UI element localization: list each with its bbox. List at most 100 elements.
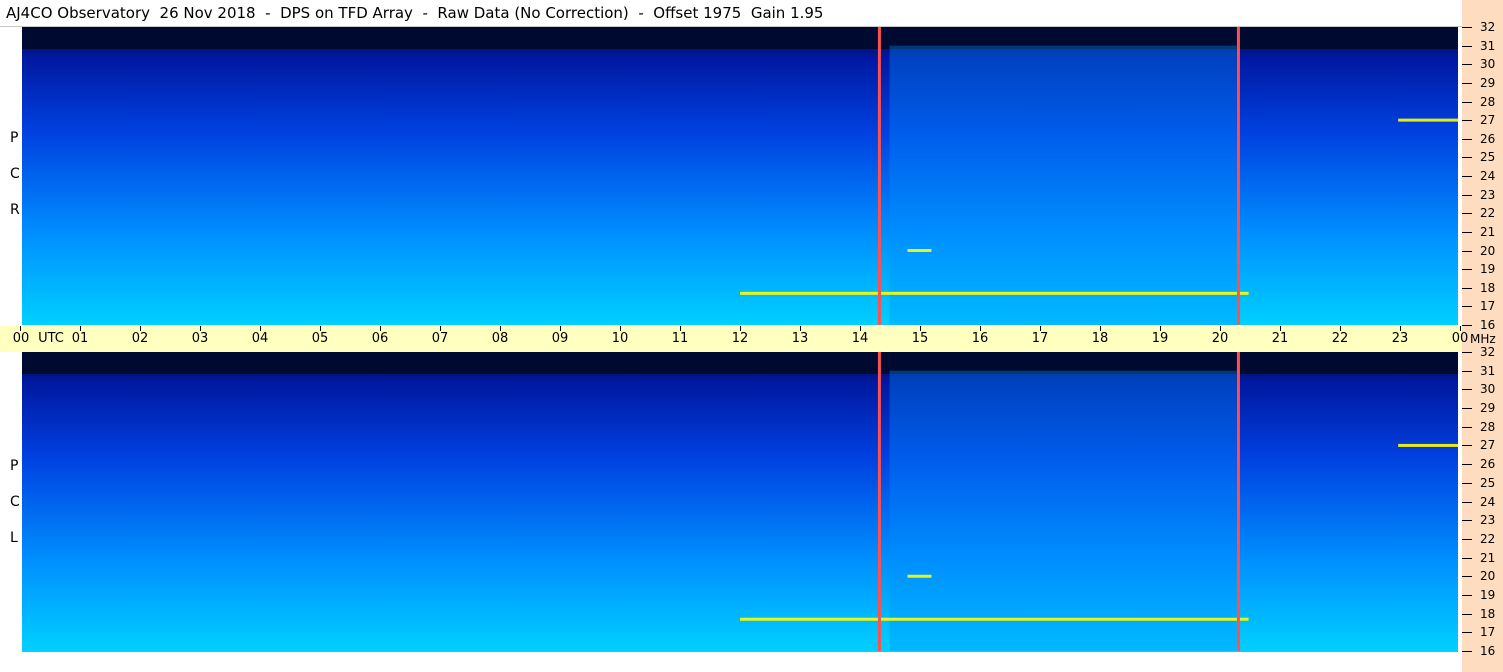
rcp-label-r: P bbox=[10, 130, 19, 146]
freq-tick bbox=[1462, 306, 1472, 307]
freq-tick-label: 31 bbox=[1480, 364, 1496, 378]
freq-tick-label: 20 bbox=[1480, 244, 1496, 258]
lcp-spectrogram bbox=[22, 352, 1458, 651]
time-tick-label: 17 bbox=[1031, 331, 1049, 346]
lcp-label-p: P bbox=[10, 458, 19, 474]
freq-tick bbox=[1462, 427, 1472, 428]
freq-tick bbox=[1462, 120, 1472, 121]
freq-tick bbox=[1462, 64, 1472, 65]
time-tick-label: 10 bbox=[611, 331, 629, 346]
intense-band bbox=[740, 291, 1249, 295]
freq-tick bbox=[1462, 576, 1472, 577]
freq-tick-label: 20 bbox=[1480, 569, 1496, 583]
freq-tick bbox=[1462, 558, 1472, 559]
time-marker-line bbox=[1236, 352, 1240, 651]
freq-tick bbox=[1462, 269, 1472, 270]
intense-band bbox=[1398, 118, 1458, 122]
rcp-label-c: C bbox=[10, 166, 20, 182]
freq-tick bbox=[1462, 595, 1472, 596]
freq-tick-label: 22 bbox=[1480, 532, 1496, 546]
freq-tick bbox=[1462, 232, 1472, 233]
freq-tick-label: 28 bbox=[1480, 95, 1496, 109]
time-tick-label: 04 bbox=[251, 331, 269, 346]
freq-tick-label: 27 bbox=[1480, 113, 1496, 127]
daytime-band bbox=[889, 45, 1237, 325]
freq-tick-label: 25 bbox=[1480, 150, 1496, 164]
freq-tick-label: 24 bbox=[1480, 169, 1496, 183]
freq-tick-label: 26 bbox=[1480, 132, 1496, 146]
lcp-label-l: L bbox=[10, 530, 18, 546]
freq-tick-label: 24 bbox=[1480, 495, 1496, 509]
time-tick-label: 05 bbox=[311, 331, 329, 346]
time-tick-label: 01 bbox=[71, 331, 89, 346]
freq-tick-label: 32 bbox=[1480, 20, 1496, 34]
freq-tick bbox=[1462, 27, 1472, 28]
freq-tick-label: 30 bbox=[1480, 382, 1496, 396]
freq-tick bbox=[1462, 83, 1472, 84]
time-tick-label: 02 bbox=[131, 331, 149, 346]
freq-tick-label: 23 bbox=[1480, 188, 1496, 202]
freq-tick bbox=[1462, 651, 1472, 652]
time-tick-label: 00 bbox=[1451, 331, 1469, 346]
time-tick-label: 07 bbox=[431, 331, 449, 346]
freq-tick-label: 23 bbox=[1480, 513, 1496, 527]
intense-band bbox=[740, 617, 1249, 621]
freq-tick-label: 22 bbox=[1480, 206, 1496, 220]
freq-tick bbox=[1462, 46, 1472, 47]
time-tick-label: 00 bbox=[12, 331, 30, 346]
freq-tick bbox=[1462, 213, 1472, 214]
freq-tick-label: 19 bbox=[1480, 588, 1496, 602]
time-tick-label: 18 bbox=[1091, 331, 1109, 346]
freq-tick-label: 30 bbox=[1480, 57, 1496, 71]
intense-band bbox=[907, 249, 932, 252]
freq-tick-label: 25 bbox=[1480, 476, 1496, 490]
time-tick-label: 06 bbox=[371, 331, 389, 346]
freq-tick-label: 21 bbox=[1480, 225, 1496, 239]
freq-tick-label: 16 bbox=[1480, 644, 1496, 658]
time-tick-label: 23 bbox=[1391, 331, 1409, 346]
time-tick-label: 08 bbox=[491, 331, 509, 346]
lcp-label-c: C bbox=[10, 494, 20, 510]
rcp-label-p: R bbox=[10, 202, 20, 218]
freq-tick bbox=[1462, 389, 1472, 390]
spectrogram-top-band bbox=[22, 27, 1458, 49]
chart-title: AJ4CO Observatory 26 Nov 2018 - DPS on T… bbox=[6, 4, 824, 22]
lcp-spectrogram-svg bbox=[22, 352, 1458, 651]
bottom-divider bbox=[22, 651, 1458, 652]
rcp-spectrogram-svg bbox=[22, 27, 1458, 325]
time-tick-label: 20 bbox=[1211, 331, 1229, 346]
time-tick-label: 15 bbox=[911, 331, 929, 346]
freq-tick bbox=[1462, 408, 1472, 409]
freq-tick bbox=[1462, 483, 1472, 484]
time-axis: 00 01 02 03 04 05 06 07 08 09 10 11 12 13 14 15 16 17 18 19… bbox=[0, 326, 1468, 352]
freq-tick-label: 21 bbox=[1480, 551, 1496, 565]
freq-tick bbox=[1462, 539, 1472, 540]
spectrogram-background bbox=[22, 352, 1458, 651]
freq-tick-label: 29 bbox=[1480, 401, 1496, 415]
freq-tick bbox=[1462, 176, 1472, 177]
time-tick-label: 16 bbox=[971, 331, 989, 346]
freq-tick bbox=[1462, 325, 1472, 326]
freq-tick bbox=[1462, 352, 1472, 353]
spectrogram-top-band bbox=[22, 352, 1458, 374]
time-marker-line bbox=[1236, 27, 1240, 325]
time-tick-label: 14 bbox=[851, 331, 869, 346]
freq-tick bbox=[1462, 445, 1472, 446]
freq-tick bbox=[1462, 614, 1472, 615]
time-marker-line bbox=[877, 352, 881, 651]
freq-tick bbox=[1462, 157, 1472, 158]
freq-tick-label: 18 bbox=[1480, 607, 1496, 621]
mhz-label: MHz bbox=[1470, 332, 1496, 346]
freq-tick-label: 27 bbox=[1480, 438, 1496, 452]
freq-tick bbox=[1462, 195, 1472, 196]
freq-tick bbox=[1462, 139, 1472, 140]
time-tick-label: 22 bbox=[1331, 331, 1349, 346]
freq-tick bbox=[1462, 102, 1472, 103]
freq-tick-label: 17 bbox=[1480, 625, 1496, 639]
freq-tick-label: 29 bbox=[1480, 76, 1496, 90]
time-tick-label: 21 bbox=[1271, 331, 1289, 346]
freq-tick bbox=[1462, 288, 1472, 289]
freq-tick bbox=[1462, 632, 1472, 633]
daytime-band bbox=[889, 370, 1237, 651]
time-marker-line bbox=[877, 27, 881, 325]
